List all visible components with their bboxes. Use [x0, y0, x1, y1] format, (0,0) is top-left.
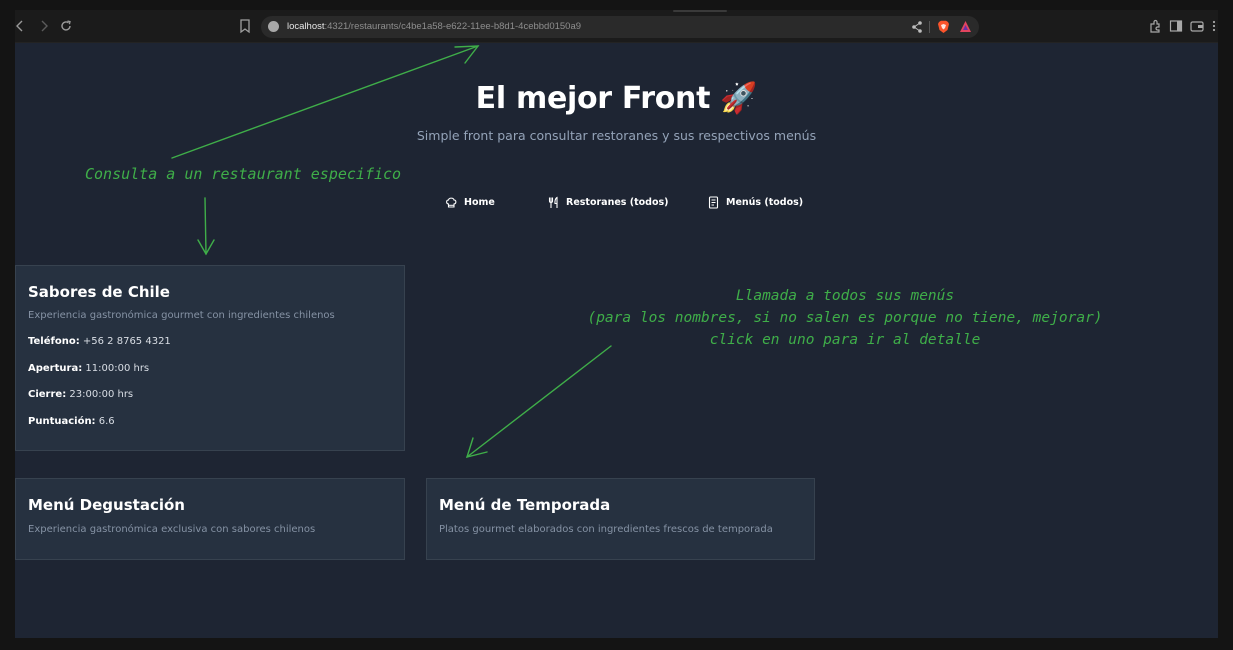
score-value: 6.6 [98, 416, 115, 427]
phone-value: +56 2 8765 4321 [82, 336, 171, 347]
closing-field: Cierre: 23:00:00 hrs [28, 389, 133, 400]
url-text[interactable]: localhost:4321/restaurants/c4be1a58-e622… [287, 19, 581, 35]
arrow-to-menus-head [465, 437, 488, 458]
nav-restaurants[interactable]: Restoranes (todos) [547, 194, 668, 210]
nav-home-label: Home [464, 196, 495, 208]
menu-card[interactable]: Menú de Temporada Platos gourmet elabora… [426, 478, 815, 560]
extensions-icon[interactable] [1147, 18, 1163, 34]
closing-label: Cierre: [28, 389, 67, 400]
site-info-icon[interactable] [268, 21, 279, 32]
page-title: El mejor Front 🚀 [475, 81, 758, 116]
brave-shields-icon[interactable] [937, 20, 950, 34]
nav-menus[interactable]: Menús (todos) [707, 194, 803, 210]
restaurant-card: Sabores de Chile Experiencia gastronómic… [15, 265, 405, 451]
annotation-restaurant: Consulta a un restaurant especifico [85, 165, 402, 183]
closing-value: 23:00:00 hrs [69, 389, 134, 400]
url-host: localhost [287, 21, 325, 32]
phone-field: Teléfono: +56 2 8765 4321 [28, 336, 171, 347]
brave-rewards-icon[interactable] [959, 20, 972, 33]
annotation-menus: Llamada a todos sus menús (para los nomb… [575, 285, 1115, 351]
tab-handle [673, 10, 727, 12]
annotation-menus-line2: (para los nombres, si no salen es porque… [587, 310, 1103, 326]
phone-label: Teléfono: [28, 336, 80, 347]
arrow-to-restaurant-card-head [197, 239, 215, 256]
browser-window: localhost:4321/restaurants/c4be1a58-e622… [15, 10, 1218, 638]
arrow-to-menus [466, 345, 612, 458]
back-icon[interactable] [15, 17, 29, 35]
menu-description: Platos gourmet elaborados con ingredient… [439, 524, 773, 535]
sidebar-toggle-icon[interactable] [1168, 18, 1184, 34]
arrow-to-url-head [454, 45, 480, 64]
menu-name: Menú de Temporada [439, 496, 611, 514]
annotation-menus-line3: click en uno para ir al detalle [709, 332, 981, 348]
menu-icon[interactable] [1210, 18, 1218, 34]
bookmark-icon[interactable] [238, 18, 252, 34]
score-label: Puntuación: [28, 416, 96, 427]
annotation-menus-line1: Llamada a todos sus menús [735, 288, 955, 304]
share-icon[interactable] [911, 20, 923, 34]
address-separator [929, 21, 930, 33]
opening-field: Apertura: 11:00:00 hrs [28, 363, 149, 374]
opening-value: 11:00:00 hrs [85, 363, 150, 374]
address-bar[interactable]: localhost:4321/restaurants/c4be1a58-e622… [261, 16, 979, 38]
menu-description: Experiencia gastronómica exclusiva con s… [28, 524, 316, 535]
utensils-icon [548, 196, 558, 208]
restaurant-name: Sabores de Chile [28, 283, 170, 301]
restaurant-description: Experiencia gastronómica gourmet con ing… [28, 310, 335, 321]
menu-list-icon [708, 195, 719, 209]
nav-home[interactable]: Home [445, 194, 495, 210]
score-field: Puntuación: 6.6 [28, 416, 115, 427]
chef-hat-icon [446, 197, 457, 208]
nav-menus-label: Menús (todos) [726, 196, 804, 208]
opening-label: Apertura: [28, 363, 83, 374]
forward-icon[interactable] [35, 17, 53, 35]
arrow-to-restaurant-card [204, 197, 207, 255]
browser-toolbar: localhost:4321/restaurants/c4be1a58-e622… [15, 10, 1218, 43]
nav-restaurants-label: Restoranes (todos) [566, 196, 669, 208]
menu-card[interactable]: Menú Degustación Experiencia gastronómic… [15, 478, 405, 560]
url-path: :4321/restaurants/c4be1a58-e622-11ee-b8d… [324, 21, 582, 32]
menu-name: Menú Degustación [28, 496, 185, 514]
wallet-icon[interactable] [1189, 18, 1205, 34]
reload-icon[interactable] [57, 17, 75, 35]
page-subtitle: Simple front para consultar restoranes y… [416, 128, 817, 143]
